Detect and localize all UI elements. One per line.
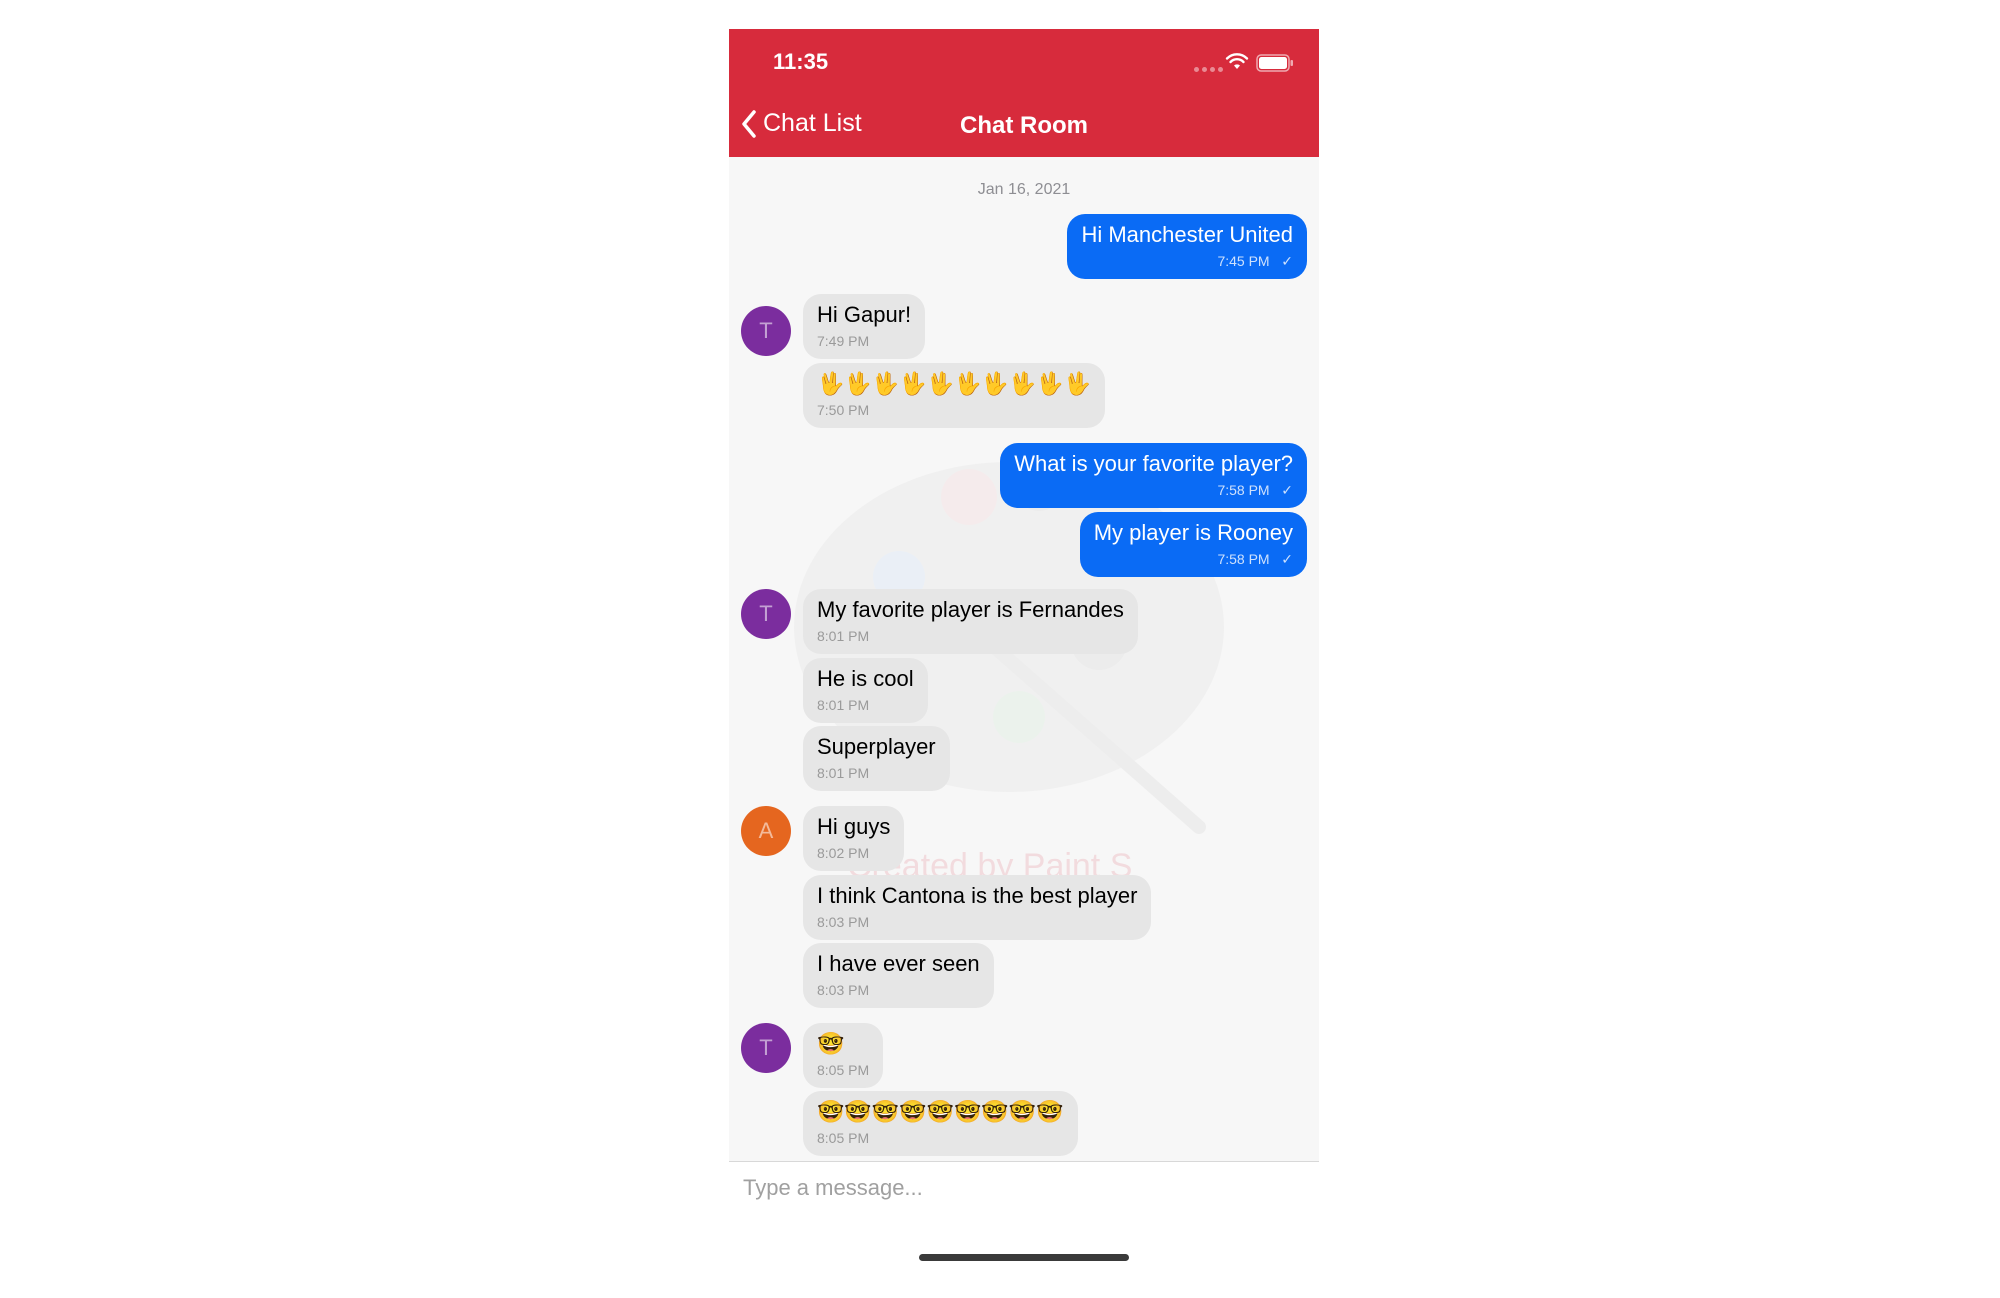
message-row: T 🤓 8:05 PM: [729, 1023, 1319, 1088]
avatar[interactable]: A: [741, 806, 791, 856]
incoming-message-bubble[interactable]: 🤓 8:05 PM: [803, 1023, 884, 1088]
status-time: 11:35: [773, 49, 829, 74]
wifi-icon: [1225, 53, 1249, 69]
incoming-message-bubble[interactable]: Hi guys 8:02 PM: [803, 806, 905, 871]
message-row: T My favorite player is Fernandes 8:01 P…: [729, 589, 1319, 654]
incoming-message-bubble[interactable]: Hi Gapur! 7:49 PM: [803, 294, 926, 359]
avatar[interactable]: T: [741, 306, 791, 356]
message-time: 7:58 PM: [1217, 482, 1270, 498]
cellular-signal-icon: [1194, 67, 1223, 72]
message-time: 7:58 PM: [1217, 551, 1270, 567]
message-text: My player is Rooney: [1093, 520, 1293, 545]
message-time: 7:49 PM: [817, 333, 870, 349]
message-time: 8:03 PM: [817, 914, 870, 930]
message-row: He is cool 8:01 PM: [729, 658, 1319, 723]
message-text: He is cool: [817, 666, 914, 691]
avatar[interactable]: T: [741, 589, 791, 639]
message-time: 7:50 PM: [817, 402, 870, 418]
message-time: 8:05 PM: [817, 1130, 870, 1146]
message-row: Superplayer 8:01 PM: [729, 726, 1319, 791]
message-row: My player is Rooney 7:58 PM ✓: [729, 512, 1319, 577]
date-separator: Jan 16, 2021: [977, 181, 1071, 198]
avatar[interactable]: T: [741, 1023, 791, 1073]
avatar-initial: T: [759, 1035, 773, 1060]
message-row: I have ever seen 8:03 PM: [729, 943, 1319, 1008]
avatar-initial: T: [759, 318, 773, 343]
message-row: Hi Manchester United 7:45 PM ✓: [729, 214, 1319, 279]
message-row: A Hi guys 8:02 PM: [729, 806, 1319, 871]
avatar-initial: A: [758, 818, 774, 843]
message-row: What is your favorite player? 7:58 PM ✓: [729, 443, 1319, 508]
message-list[interactable]: Created by Paint S Jan 16, 2021 Hi Manch…: [729, 157, 1319, 1161]
nav-header: 11:35 Chat List Chat Room: [729, 29, 1319, 157]
outgoing-message-bubble[interactable]: Hi Manchester United 7:45 PM ✓: [1067, 214, 1307, 279]
page-title: Chat Room: [960, 112, 1088, 139]
message-time: 8:01 PM: [817, 628, 870, 644]
message-text: Hi Manchester United: [1081, 222, 1293, 247]
message-input[interactable]: [743, 1170, 1303, 1206]
message-text: I have ever seen: [817, 951, 980, 976]
message-text: 🖖🖖🖖🖖🖖🖖🖖🖖🖖🖖: [817, 371, 1091, 396]
message-text: Hi guys: [817, 814, 891, 839]
message-time: 8:01 PM: [817, 765, 870, 781]
incoming-message-bubble[interactable]: I have ever seen 8:03 PM: [803, 943, 994, 1008]
incoming-message-bubble[interactable]: Superplayer 8:01 PM: [803, 726, 950, 791]
incoming-message-bubble[interactable]: He is cool 8:01 PM: [803, 658, 928, 723]
home-indicator[interactable]: [919, 1254, 1129, 1261]
incoming-message-bubble[interactable]: I think Cantona is the best player 8:03 …: [803, 875, 1152, 940]
message-row: I think Cantona is the best player 8:03 …: [729, 875, 1319, 940]
message-time: 8:05 PM: [817, 1062, 870, 1078]
message-text: 🤓🤓🤓🤓🤓🤓🤓🤓🤓: [817, 1099, 1064, 1124]
phone-screen: 11:35 Chat List Chat Room Created by Pai…: [729, 29, 1319, 1269]
message-time: 8:03 PM: [817, 982, 870, 998]
incoming-message-bubble[interactable]: 🖖🖖🖖🖖🖖🖖🖖🖖🖖🖖 7:50 PM: [803, 363, 1105, 428]
read-check-icon: ✓: [1281, 482, 1293, 498]
message-row: 🤓🤓🤓🤓🤓🤓🤓🤓🤓 8:05 PM: [729, 1091, 1319, 1156]
avatar-initial: T: [759, 601, 773, 626]
message-text: Superplayer: [817, 734, 936, 759]
message-time: 7:45 PM: [1217, 253, 1270, 269]
message-time: 8:01 PM: [817, 697, 870, 713]
incoming-message-bubble[interactable]: My favorite player is Fernandes 8:01 PM: [803, 589, 1138, 654]
message-text: I think Cantona is the best player: [817, 883, 1138, 908]
composer-bar: [729, 1161, 1319, 1269]
read-check-icon: ✓: [1281, 253, 1293, 269]
message-text: What is your favorite player?: [1014, 451, 1293, 476]
message-time: 8:02 PM: [817, 845, 870, 861]
message-text: 🤓: [817, 1031, 845, 1056]
message-text: Hi Gapur!: [817, 302, 912, 327]
message-text: My favorite player is Fernandes: [817, 597, 1124, 622]
message-row: 🖖🖖🖖🖖🖖🖖🖖🖖🖖🖖 7:50 PM: [729, 363, 1319, 428]
outgoing-message-bubble[interactable]: My player is Rooney 7:58 PM ✓: [1079, 512, 1307, 577]
message-row: T Hi Gapur! 7:49 PM: [729, 294, 1319, 359]
incoming-message-bubble[interactable]: 🤓🤓🤓🤓🤓🤓🤓🤓🤓 8:05 PM: [803, 1091, 1078, 1156]
outgoing-message-bubble[interactable]: What is your favorite player? 7:58 PM ✓: [1000, 443, 1307, 508]
battery-icon: [1256, 54, 1293, 72]
read-check-icon: ✓: [1281, 551, 1293, 567]
